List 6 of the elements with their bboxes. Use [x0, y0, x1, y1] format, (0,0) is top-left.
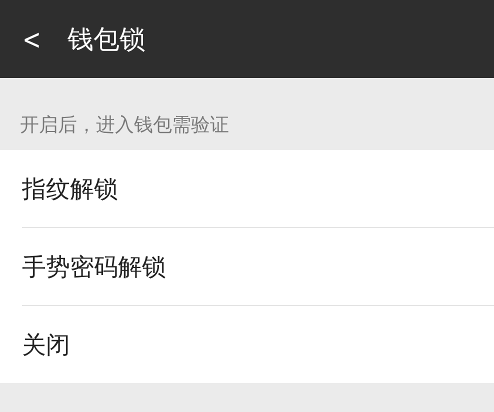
back-button[interactable]: <	[19, 22, 44, 56]
section-hint: 开启后，进入钱包需验证	[20, 113, 229, 138]
option-item[interactable]: 手势密码解锁	[22, 250, 166, 282]
option-item[interactable]: 指纹解锁	[22, 172, 118, 204]
option-item[interactable]: 关闭	[22, 328, 70, 360]
page-title: 钱包锁	[67, 24, 146, 56]
